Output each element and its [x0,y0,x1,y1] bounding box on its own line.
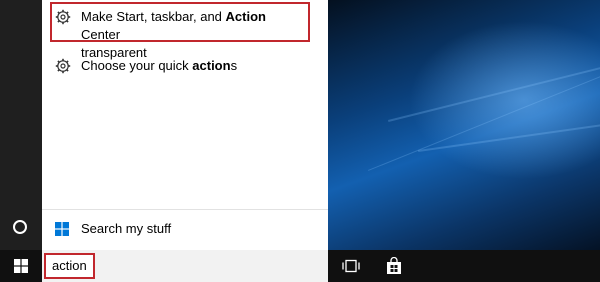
windows-logo-icon [55,221,69,236]
store-button[interactable] [383,256,405,276]
result-item-transparency[interactable]: Make Start, taskbar, and Action Center t… [50,2,310,60]
taskbar-search-box[interactable]: action [42,250,328,282]
result-item-quick-actions[interactable]: Choose your quick actions [50,57,237,75]
desktop-wallpaper [328,0,600,250]
divider [42,209,328,210]
gear-icon [55,9,71,25]
result-label: Make Start, taskbar, and Action Center t… [81,9,266,60]
task-view-icon [342,259,360,273]
search-my-stuff-label: Search my stuff [81,221,172,236]
search-input[interactable]: action [44,253,95,279]
taskbar: action [0,250,600,282]
windows-start-icon [14,259,28,273]
search-my-stuff-button[interactable]: Search my stuff [55,221,171,236]
gear-icon [55,58,71,74]
start-button[interactable] [0,250,42,282]
task-view-button[interactable] [340,256,362,276]
result-label: Choose your quick actions [81,58,238,73]
search-results-panel: Make Start, taskbar, and Action Center t… [42,0,328,250]
cortana-icon[interactable] [13,220,27,234]
store-icon [387,257,401,274]
start-left-rail [0,0,42,250]
